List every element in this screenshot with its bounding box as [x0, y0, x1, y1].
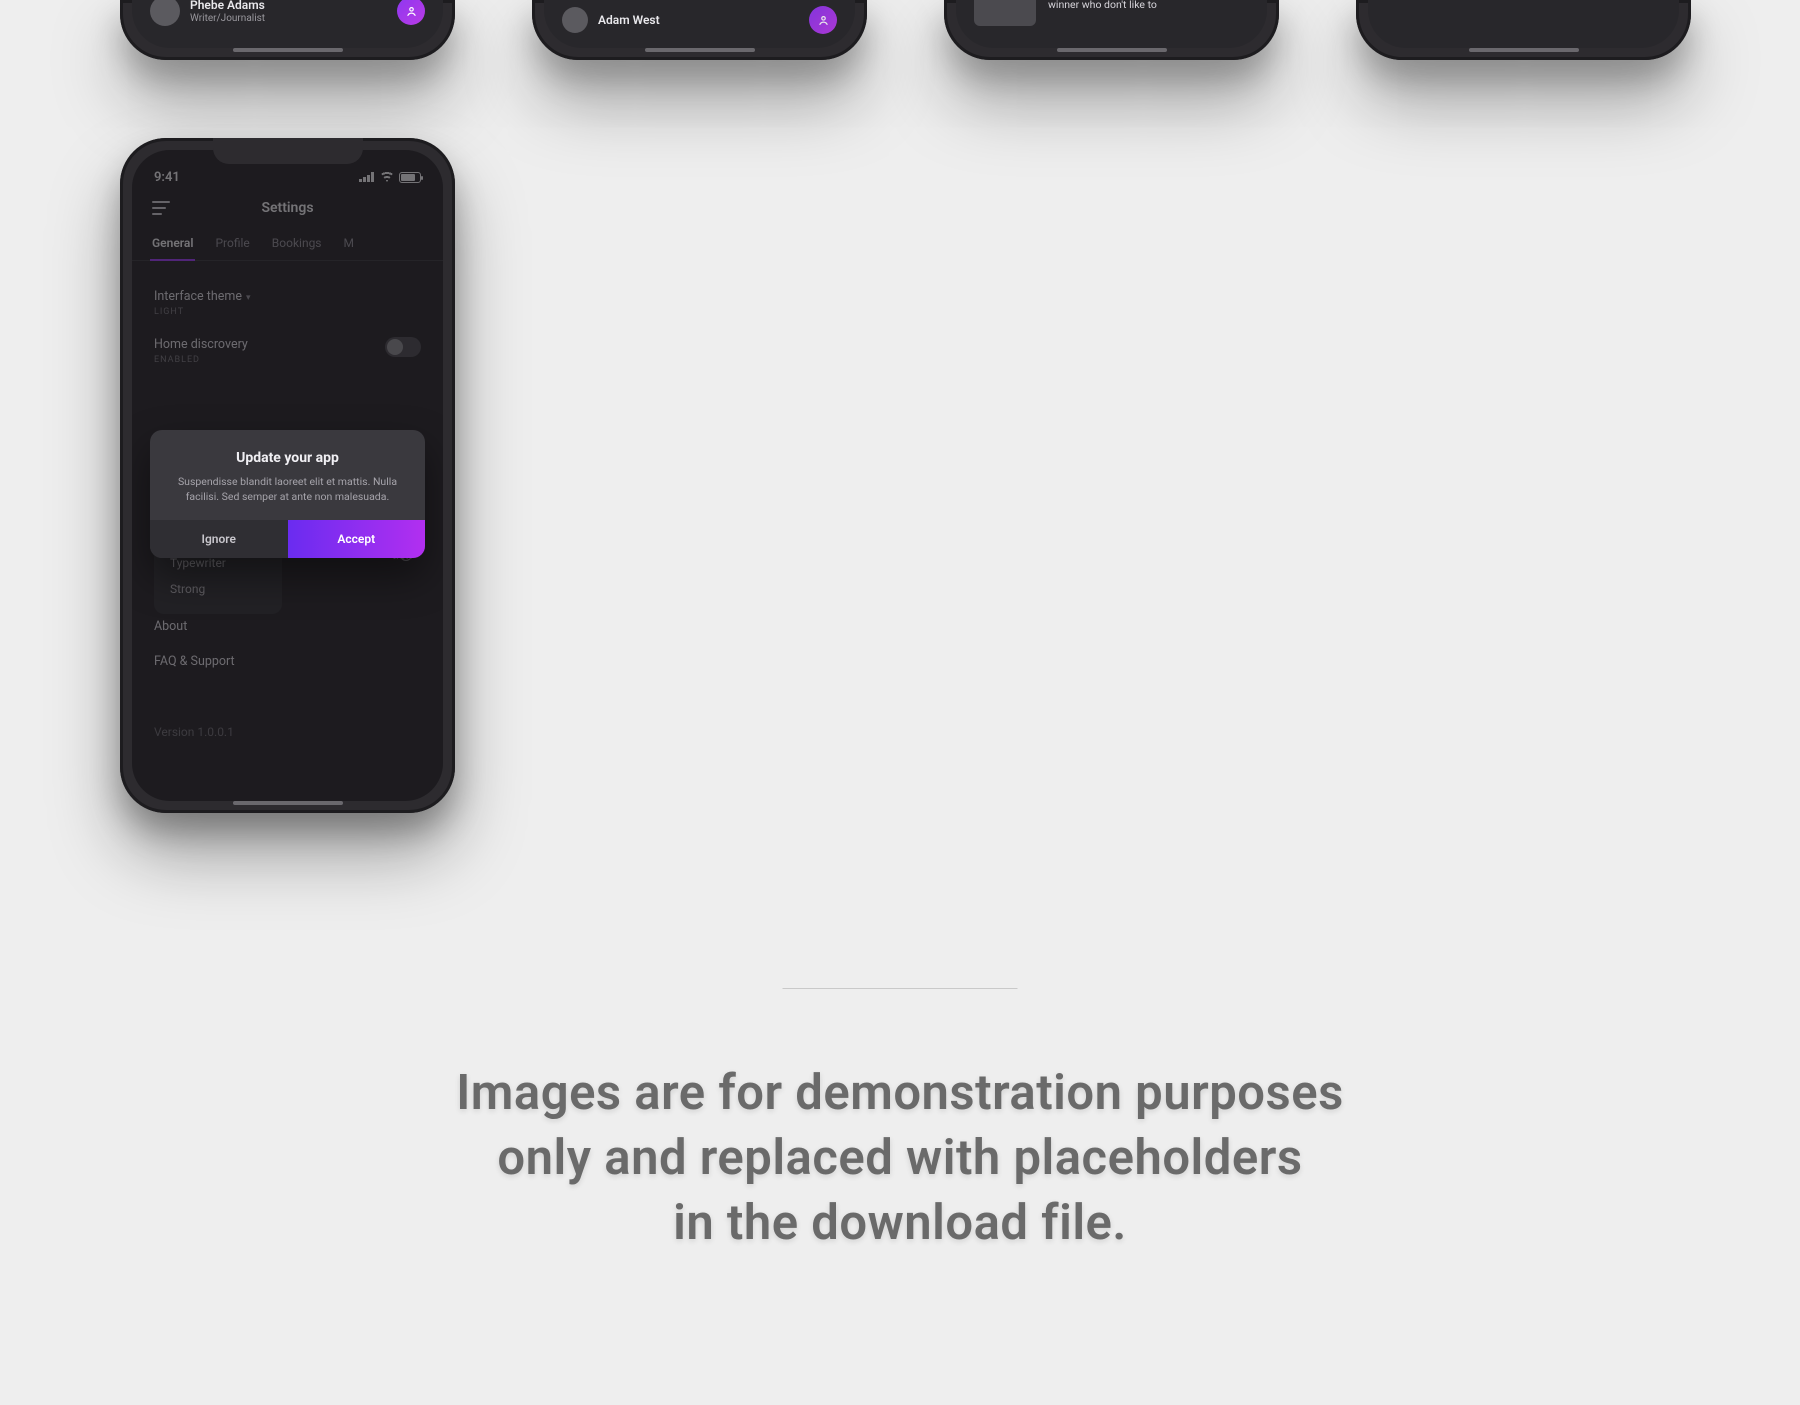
avatar: [562, 7, 588, 33]
user-icon: [817, 14, 830, 27]
profile-subtitle: Writer/Journalist: [190, 13, 265, 24]
phone-mock-top-3: winner who don't like to: [944, 0, 1279, 60]
phone-screen: Adam West: [544, 0, 855, 48]
list-item-profile[interactable]: Adam West: [544, 6, 855, 34]
phone-screen: winner who don't like to: [956, 0, 1267, 48]
profile-name-block: Adam West: [598, 13, 660, 27]
disclaimer-line: only and replaced with placeholders: [0, 1125, 1800, 1190]
list-item-article[interactable]: winner who don't like to: [956, 0, 1267, 26]
ignore-button[interactable]: Ignore: [150, 520, 288, 558]
user-icon: [405, 5, 418, 18]
modal-body: Update your app Suspendisse blandit laor…: [150, 430, 425, 520]
phone-screen: Phebe Adams Writer/Journalist: [132, 0, 443, 48]
accept-button[interactable]: Accept: [288, 520, 426, 558]
phone-mock-settings: 9:41 Settings General Profile Bookings M: [120, 138, 455, 813]
phone-mock-top-4: [1356, 0, 1691, 60]
phone-notch: [213, 138, 363, 164]
profile-name: Adam West: [598, 13, 660, 27]
disclaimer-line: Images are for demonstration purposes: [0, 1060, 1800, 1125]
avatar: [150, 0, 180, 26]
list-item-profile[interactable]: Phebe Adams Writer/Journalist: [132, 0, 443, 26]
divider: [783, 988, 1018, 989]
home-indicator: [1057, 48, 1167, 52]
disclaimer-line: in the download file.: [0, 1190, 1800, 1255]
article-thumbnail: [974, 0, 1036, 26]
phone-mock-top-1: Phebe Adams Writer/Journalist: [120, 0, 455, 60]
home-indicator: [233, 801, 343, 805]
phone-screen: 9:41 Settings General Profile Bookings M: [132, 150, 443, 801]
home-indicator: [645, 48, 755, 52]
disclaimer-text: Images are for demonstration purposes on…: [0, 1060, 1800, 1255]
profile-name-block: Phebe Adams Writer/Journalist: [190, 0, 265, 24]
profile-action-button[interactable]: [397, 0, 425, 25]
article-headline: winner who don't like to: [1048, 0, 1157, 12]
home-indicator: [1469, 48, 1579, 52]
modal-actions: Ignore Accept: [150, 520, 425, 558]
profile-action-button[interactable]: [809, 6, 837, 34]
article-headline-text: winner who don't like to: [1048, 0, 1157, 11]
update-modal: Update your app Suspendisse blandit laor…: [150, 430, 425, 558]
modal-description: Suspendisse blandit laoreet elit et matt…: [170, 474, 405, 504]
profile-name: Phebe Adams: [190, 0, 265, 13]
home-indicator: [233, 48, 343, 52]
modal-title: Update your app: [170, 450, 405, 466]
phone-mock-top-2: Adam West: [532, 0, 867, 60]
phone-screen: [1368, 0, 1679, 48]
